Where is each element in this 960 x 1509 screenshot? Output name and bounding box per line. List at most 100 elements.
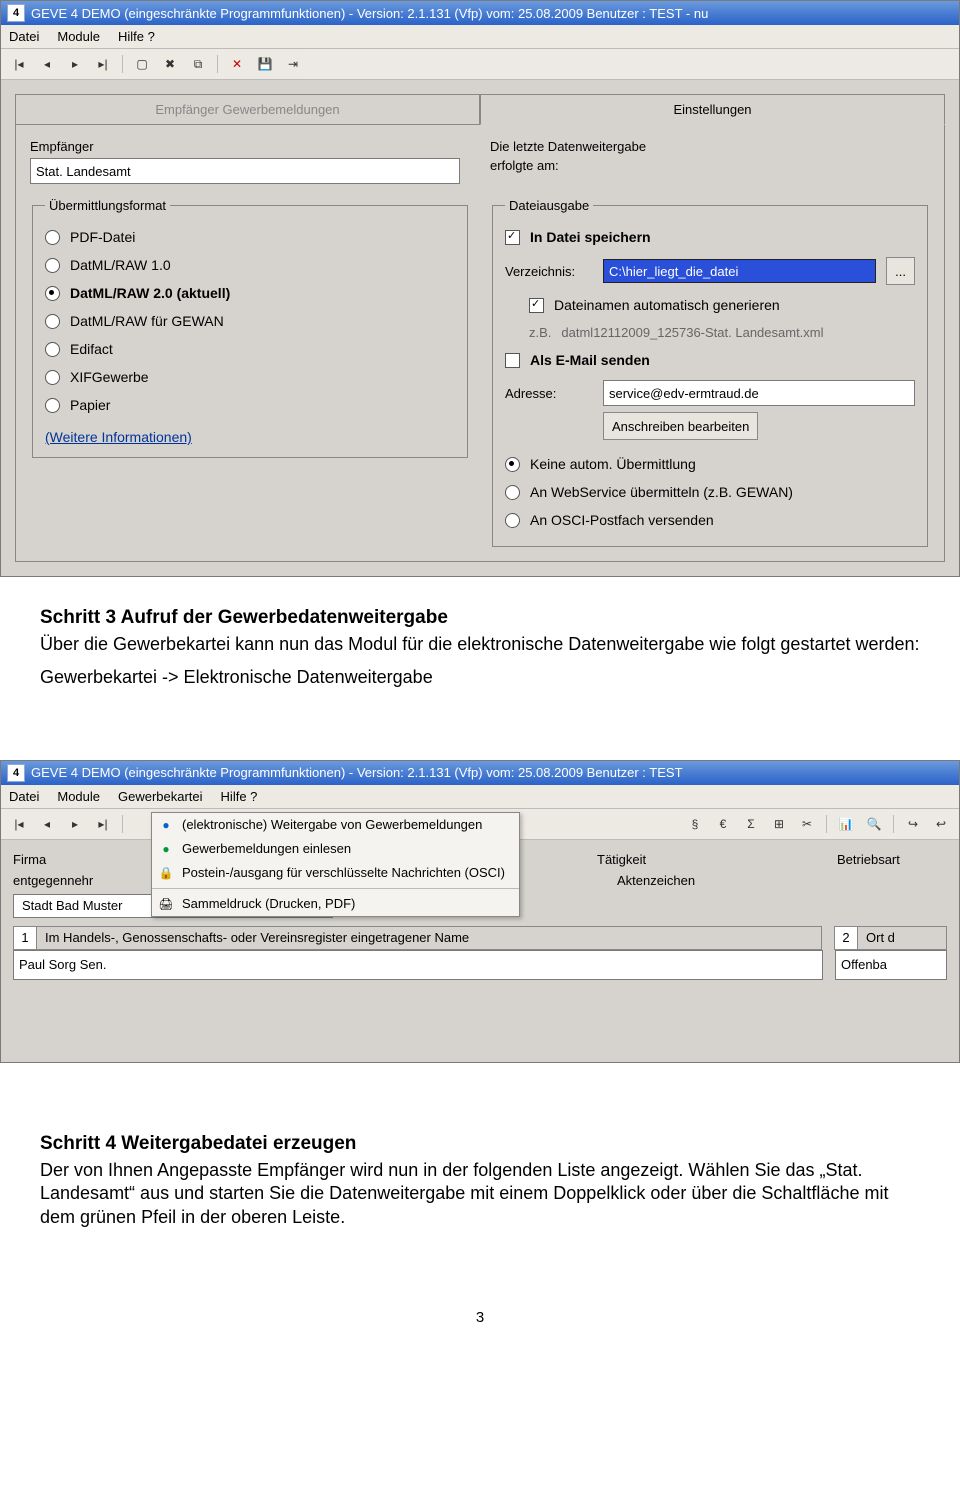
back-icon[interactable]: ↩ [929,813,953,835]
cancel-icon[interactable]: ✕ [225,53,249,75]
tab-empfaenger[interactable]: Empfänger Gewerbemeldungen [15,94,480,125]
page-number: 3 [40,1309,920,1326]
euro-icon[interactable]: € [711,813,735,835]
menu-module[interactable]: Module [57,789,100,804]
menu-gewerbekartei[interactable]: Gewerbekartei [118,789,203,804]
checkbox-icon [529,298,544,313]
save-in-file[interactable]: In Datei speichern [505,223,915,251]
paragraph-icon[interactable]: § [683,813,707,835]
tab-einstellungen[interactable]: Einstellungen [480,94,945,125]
format-gewan[interactable]: DatML/RAW für GEWAN [45,307,455,335]
nav-first-icon[interactable]: |◂ [7,813,31,835]
nav-first-icon[interactable]: |◂ [7,53,31,75]
menu-datei[interactable]: Datei [9,29,39,44]
field2-number: 2 [834,926,858,950]
format-group: Übermittlungsformat PDF-Datei DatML/RAW … [32,198,468,458]
transmit-osci[interactable]: An OSCI-Postfach versenden [505,506,915,534]
menubar: Datei Module Hilfe ? [1,25,959,49]
field2-label: Ort d [858,926,947,950]
transmit-label: An OSCI-Postfach versenden [530,512,714,528]
format-edifact[interactable]: Edifact [45,335,455,363]
app-icon: 4 [7,764,25,782]
dropdown-label: Postein-/ausgang für verschlüsselte Nach… [182,865,505,880]
format-xif[interactable]: XIFGewerbe [45,363,455,391]
radio-icon [45,258,60,273]
dir-input[interactable]: C:\hier_liegt_die_datei [603,259,876,283]
search-icon[interactable]: 🔍 [862,813,886,835]
save-icon[interactable]: 💾 [253,53,277,75]
addr-label: Adresse: [505,386,593,401]
transmit-webservice[interactable]: An WebService übermitteln (z.B. GEWAN) [505,478,915,506]
addr-input[interactable] [603,380,915,406]
menu-module[interactable]: Module [57,29,100,44]
globe-icon: ● [158,817,174,833]
cut-icon[interactable]: ✂ [795,813,819,835]
transmit-none[interactable]: Keine autom. Übermittlung [505,450,915,478]
field1-number: 1 [13,926,37,950]
checkbox-icon [505,353,520,368]
nav-last-icon[interactable]: ▸| [91,813,115,835]
output-legend: Dateiausgabe [505,198,593,213]
step4-heading: Schritt 4 Weitergabedatei erzeugen [40,1133,920,1155]
radio-icon [45,286,60,301]
grid-icon[interactable]: ⊞ [767,813,791,835]
format-label: DatML/RAW 1.0 [70,257,171,273]
nav-next-icon[interactable]: ▸ [63,53,87,75]
separator [122,815,123,833]
delete-icon[interactable]: ✖ [158,53,182,75]
dir-label: Verzeichnis: [505,264,593,279]
forward-icon[interactable]: ↪ [901,813,925,835]
printer-icon: 🖨 [158,896,174,912]
format-label: DatML/RAW für GEWAN [70,313,224,329]
format-legend: Übermittlungsformat [45,198,170,213]
window-title: GEVE 4 DEMO (eingeschränkte Programmfunk… [31,765,683,780]
sigma-icon[interactable]: Σ [739,813,763,835]
dropdown-einlesen[interactable]: ●Gewerbemeldungen einlesen [152,837,519,861]
geve-kartei-window: 4 GEVE 4 DEMO (eingeschränkte Programmfu… [0,760,960,1063]
nav-prev-icon[interactable]: ◂ [35,53,59,75]
dropdown-sammeldruck[interactable]: 🖨Sammeldruck (Drucken, PDF) [152,892,519,916]
send-email-check[interactable]: Als E-Mail senden [505,346,915,374]
format-datml1[interactable]: DatML/RAW 1.0 [45,251,455,279]
field2-input[interactable] [835,950,947,980]
example-value: datml12112009_125736-Stat. Landesamt.xml [561,325,823,340]
radio-icon [45,398,60,413]
more-info-link[interactable]: (Weitere Informationen) [45,429,192,445]
dropdown-osci[interactable]: 🔒Postein-/ausgang für verschlüsselte Nac… [152,861,519,885]
menubar: Datei Module Gewerbekartei Hilfe ? [1,785,959,809]
field1-input[interactable] [13,950,823,980]
firma-label: Firma [13,852,133,867]
taetigkeit-label: Tätigkeit [597,852,817,867]
empfaenger-input[interactable] [30,158,460,184]
window-title: GEVE 4 DEMO (eingeschränkte Programmfunk… [31,6,708,21]
format-label: Edifact [70,341,113,357]
dropdown-weitergabe[interactable]: ●(elektronische) Weitergabe von Gewerbem… [152,813,519,837]
nav-prev-icon[interactable]: ◂ [35,813,59,835]
exit-icon[interactable]: ⇥ [281,53,305,75]
titlebar: 4 GEVE 4 DEMO (eingeschränkte Programmfu… [1,761,959,785]
radio-icon [45,342,60,357]
new-doc-icon[interactable]: ▢ [130,53,154,75]
format-papier[interactable]: Papier [45,391,455,419]
format-datml2[interactable]: DatML/RAW 2.0 (aktuell) [45,279,455,307]
edit-letter-button[interactable]: Anschreiben bearbeiten [603,412,758,440]
format-label: PDF-Datei [70,229,135,245]
browse-button[interactable]: ... [886,257,915,285]
transmit-label: Keine autom. Übermittlung [530,456,696,472]
menu-datei[interactable]: Datei [9,789,39,804]
separator [122,55,123,73]
nav-next-icon[interactable]: ▸ [63,813,87,835]
autoname-check[interactable]: Dateinamen automatisch generieren [529,291,915,319]
menu-hilfe[interactable]: Hilfe ? [118,29,155,44]
step3-path: Gewerbekartei -> Elektronische Datenweit… [40,666,920,689]
chart-icon[interactable]: 📊 [834,813,858,835]
last-transfer-label: Die letzte Datenweitergabe [490,139,930,154]
send-email-label: Als E-Mail senden [530,352,650,368]
menu-hilfe[interactable]: Hilfe ? [221,789,258,804]
titlebar: 4 GEVE 4 DEMO (eingeschränkte Programmfu… [1,1,959,25]
copy-icon[interactable]: ⧉ [186,53,210,75]
format-pdf[interactable]: PDF-Datei [45,223,455,251]
radio-icon [505,513,520,528]
format-label: XIFGewerbe [70,369,149,385]
nav-last-icon[interactable]: ▸| [91,53,115,75]
